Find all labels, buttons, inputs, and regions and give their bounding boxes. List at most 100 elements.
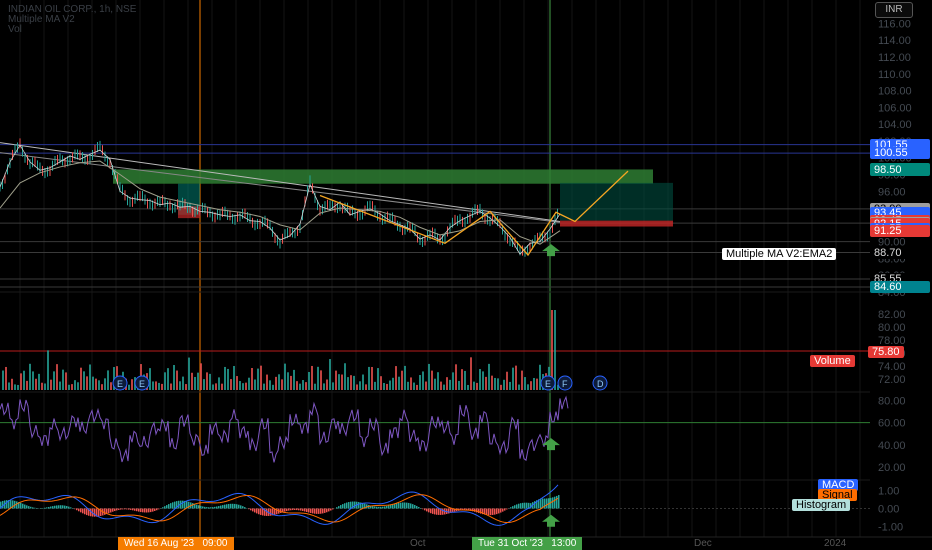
ma-legend-tag: Multiple MA V2:EMA2	[722, 248, 837, 260]
projection-zone	[560, 182, 673, 221]
macd-histogram-bar	[54, 505, 56, 509]
volume-bar	[14, 384, 16, 390]
volume-bar	[524, 377, 526, 390]
volume-bar	[227, 368, 229, 390]
volume-bar	[476, 382, 478, 390]
header-volume: Vol	[8, 24, 22, 35]
macd-histogram-bar	[342, 504, 344, 509]
volume-bar	[272, 384, 274, 390]
volume-bar	[263, 383, 265, 390]
volume-bar	[104, 378, 106, 390]
volume-bar	[461, 369, 463, 390]
macd-histogram-bar	[198, 505, 200, 509]
volume-bar	[302, 380, 304, 390]
macd-histogram-bar	[150, 508, 152, 513]
volume-bar	[389, 380, 391, 390]
macd-histogram-bar	[350, 501, 352, 509]
volume-bar	[8, 382, 10, 390]
volume-bar	[173, 365, 175, 390]
volume-bar	[515, 365, 517, 390]
volume-bar	[299, 383, 301, 390]
macd-histogram-bar	[338, 506, 340, 509]
macd-histogram-bar	[386, 506, 388, 509]
volume-bar	[404, 365, 406, 390]
volume-bar	[530, 381, 532, 390]
macd-histogram-bar	[320, 508, 322, 514]
volume-bar	[53, 371, 55, 390]
macd-histogram-bar	[292, 508, 294, 511]
macd-histogram-bar	[486, 508, 488, 515]
macd-histogram-bar	[478, 508, 480, 514]
volume-bar	[536, 378, 538, 390]
macd-histogram-bar	[242, 506, 244, 509]
volume-bar	[203, 379, 205, 390]
macd-histogram-bar	[300, 508, 302, 511]
volume-bar	[269, 380, 271, 390]
price-tick: 114.00	[878, 35, 911, 47]
volume-bar	[275, 376, 277, 390]
volume-bar	[278, 374, 280, 390]
macd-histogram-bar	[354, 501, 356, 509]
volume-bar	[386, 383, 388, 390]
macd-histogram-bar	[310, 508, 312, 514]
volume-bar	[86, 376, 88, 390]
macd-histogram-bar	[146, 508, 148, 513]
macd-histogram-bar	[448, 508, 450, 514]
macd-histogram-bar	[236, 504, 238, 509]
volume-bar	[11, 378, 13, 390]
macd-histogram-bar	[492, 508, 494, 515]
volume-tick: 82.00	[878, 309, 906, 321]
price-label: 91.25	[870, 225, 930, 238]
volume-bar	[89, 364, 91, 390]
volume-bar	[221, 383, 223, 390]
macd-histogram-bar	[64, 505, 66, 509]
currency-button[interactable]: INR	[875, 2, 913, 18]
volume-bar	[92, 376, 94, 390]
volume-bar	[329, 359, 331, 390]
macd-histogram-bar	[428, 508, 430, 513]
macd-histogram-bar	[524, 502, 526, 509]
macd-histogram-bar	[408, 502, 410, 509]
macd-histogram-bar	[422, 508, 424, 510]
volume-bar	[95, 378, 97, 390]
volume-bar	[212, 384, 214, 390]
volume-bar	[473, 381, 475, 390]
x-tick-2024: 2024	[824, 538, 847, 549]
volume-bar	[434, 378, 436, 390]
macd-arrow-icon	[542, 514, 560, 527]
volume-bar	[107, 370, 109, 390]
macd-histogram-bar	[128, 508, 130, 510]
macd-histogram-bar	[382, 506, 384, 509]
event-marker-label: E	[117, 379, 123, 389]
macd-histogram-bar	[558, 495, 560, 509]
macd-histogram-bar	[322, 508, 324, 514]
volume-bar	[206, 372, 208, 390]
volume-bar	[425, 381, 427, 390]
macd-histogram-bar	[546, 498, 548, 509]
macd-histogram-bar	[76, 508, 78, 511]
volume-bar	[446, 377, 448, 390]
price-tick: 110.00	[878, 69, 911, 81]
macd-histogram-bar	[78, 508, 80, 512]
macd-histogram-bar	[402, 502, 404, 509]
macd-histogram-bar	[250, 508, 252, 511]
volume-bar	[365, 384, 367, 390]
volume-bar	[5, 366, 7, 390]
x-tick-dec: Dec	[694, 538, 712, 549]
macd-line	[0, 484, 559, 526]
macd-histogram-bar	[192, 503, 194, 509]
macd-histogram-bar	[372, 506, 374, 509]
macd-histogram-bar	[82, 508, 84, 514]
macd-histogram-bar	[280, 508, 282, 513]
volume-bar	[248, 377, 250, 390]
volume-bar	[326, 379, 328, 390]
macd-histogram-bar	[200, 505, 202, 509]
volume-bar	[512, 367, 514, 390]
macd-histogram-bar	[144, 508, 146, 513]
volume-bar	[521, 370, 523, 390]
macd-histogram-bar	[290, 508, 292, 511]
volume-bar	[188, 357, 190, 390]
volume-bar	[416, 384, 418, 390]
volume-bar	[197, 372, 199, 390]
macd-histogram-bar	[410, 503, 412, 509]
